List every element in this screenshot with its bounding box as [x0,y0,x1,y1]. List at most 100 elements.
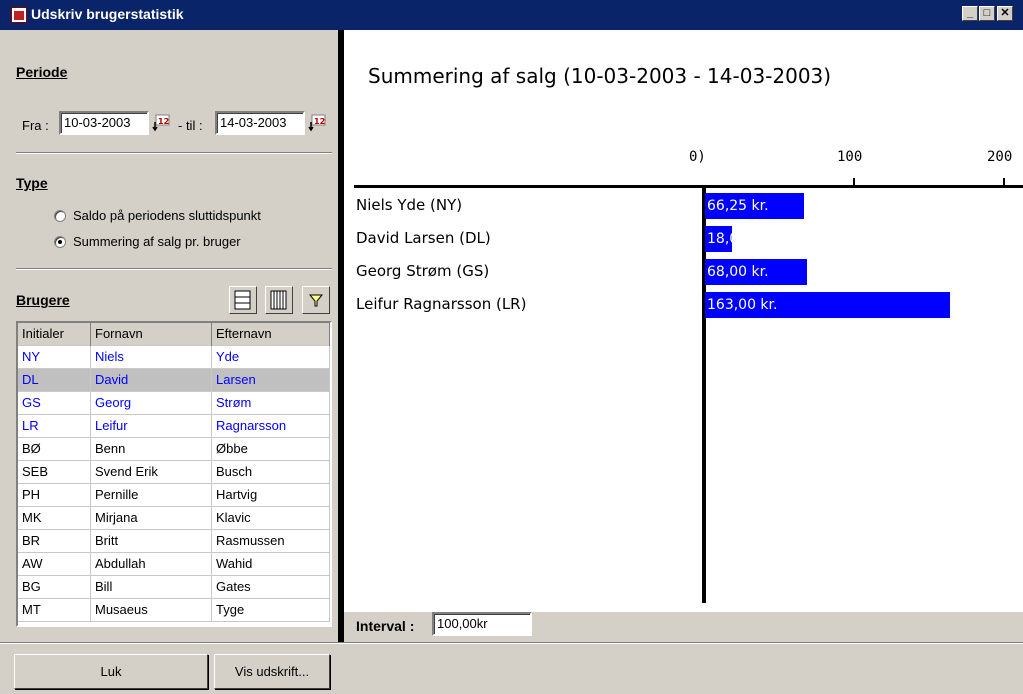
table-cell[interactable]: BØ [18,438,91,461]
table-cell[interactable]: DL [18,369,91,392]
table-cell[interactable]: Gates [212,576,330,599]
table-cell[interactable]: Øbbe [212,438,330,461]
table-row[interactable]: AW Abdullah Wahid [18,553,330,576]
table-cell[interactable]: Hartvig [212,484,330,507]
table-cell[interactable]: GS [18,392,91,415]
filter-icon [308,294,324,307]
table-cell[interactable]: Ragnarsson [212,415,330,438]
table-cell[interactable]: Klavic [212,507,330,530]
table-cell[interactable]: Yde [212,346,330,369]
calendar-icon: 12 [308,114,326,132]
interval-label: Interval : [356,618,415,634]
x-tick [1003,178,1005,185]
column-header[interactable]: Efternavn [212,323,330,346]
table-row[interactable]: GS Georg Strøm [18,392,330,415]
grid-icon [270,290,287,310]
divider [16,268,332,270]
category-label: Georg Strøm (GS) [356,262,490,280]
table-cell[interactable]: Rasmussen [212,530,330,553]
x-tick-label: 0) [689,149,706,165]
category-label: Niels Yde (NY) [356,196,463,214]
table-row[interactable]: NY Niels Yde [18,346,330,369]
close-window-button[interactable]: ✕ [997,6,1013,21]
table-cell[interactable]: Bill [91,576,212,599]
radio-summering-label[interactable]: Summering af salg pr. bruger [73,234,241,249]
periode-heading: Periode [16,64,68,80]
radio-saldo[interactable] [54,210,66,222]
table-cell[interactable]: Georg [91,392,212,415]
calendar-icon: 12 [152,114,170,132]
from-calendar-button[interactable]: 12 [152,114,170,132]
table-cell[interactable]: PH [18,484,91,507]
table-cell[interactable]: Leifur [91,415,212,438]
title-bar: Udskriv brugerstatistik _ □ ✕ [0,0,1023,30]
interval-input[interactable]: 100,00kr [432,612,532,636]
divider [16,152,332,154]
x-tick-label: 100 [837,149,863,165]
window-title: Udskriv brugerstatistik [31,6,184,22]
table-cell[interactable]: Larsen [212,369,330,392]
type-heading: Type [16,175,48,191]
table-row[interactable]: DL David Larsen [18,369,330,392]
table-cell[interactable]: Benn [91,438,212,461]
vis-udskrift-button[interactable]: Vis udskrift... [214,654,330,689]
table-cell[interactable]: Pernille [91,484,212,507]
table-row[interactable]: PH Pernille Hartvig [18,484,330,507]
table-cell[interactable]: David [91,369,212,392]
table-cell[interactable]: LR [18,415,91,438]
column-header[interactable]: Initialer [18,323,91,346]
from-label: Fra : [22,118,49,133]
radio-summering[interactable] [54,236,66,248]
divider [0,642,1023,644]
list-view-button[interactable] [229,286,257,314]
table-cell[interactable]: BR [18,530,91,553]
column-header[interactable]: Fornavn [91,323,212,346]
table-cell[interactable]: MT [18,599,91,622]
to-label: - til : [178,118,203,133]
rows-icon [234,290,251,310]
radio-saldo-label[interactable]: Saldo på periodens sluttidspunkt [73,208,261,223]
table-cell[interactable]: NY [18,346,91,369]
table-cell[interactable]: Wahid [212,553,330,576]
table-cell[interactable]: Abdullah [91,553,212,576]
table-cell[interactable]: Svend Erik [91,461,212,484]
table-row[interactable]: BG Bill Gates [18,576,330,599]
from-date-field[interactable]: 10-03-2003 [59,111,149,135]
table-cell[interactable]: MK [18,507,91,530]
table-cell[interactable]: Britt [91,530,212,553]
table-cell[interactable]: BG [18,576,91,599]
table-cell[interactable]: Strøm [212,392,330,415]
x-axis [354,185,1023,188]
svg-text:12: 12 [314,117,325,126]
bar-value-label: 68,00 kr. [707,264,769,280]
filter-button[interactable] [302,286,330,314]
table-row[interactable]: LR Leifur Ragnarsson [18,415,330,438]
table-row[interactable]: MK Mirjana Klavic [18,507,330,530]
table-row[interactable]: BR Britt Rasmussen [18,530,330,553]
table-cell[interactable]: SEB [18,461,91,484]
table-row[interactable]: BØ Benn Øbbe [18,438,330,461]
chart-area: Summering af salg (10-03-2003 - 14-03-20… [344,30,1023,612]
x-tick [853,178,855,185]
minimize-button[interactable]: _ [962,6,978,21]
grid-view-button[interactable] [265,286,293,314]
bar-value-label: 163,00 kr. [707,297,778,313]
table-cell[interactable]: Mirjana [91,507,212,530]
category-label: Leifur Ragnarsson (LR) [356,295,527,313]
user-grid[interactable]: Initialer Fornavn Efternavn NY Niels Yde DL… [16,321,332,627]
table-cell[interactable]: Tyge [212,599,330,622]
luk-button[interactable]: Luk [14,654,208,689]
table-cell[interactable]: Busch [212,461,330,484]
table-cell[interactable]: Musaeus [91,599,212,622]
table-row[interactable]: MT Musaeus Tyge [18,599,330,622]
bar-value-label: 18,00 kr. [707,231,769,247]
category-label: David Larsen (DL) [356,229,491,247]
to-date-field[interactable]: 14-03-2003 [215,111,305,135]
maximize-button[interactable]: □ [979,6,995,21]
app-icon [11,7,27,23]
grid-header: Initialer Fornavn Efternavn [18,323,330,346]
to-calendar-button[interactable]: 12 [308,114,326,132]
table-cell[interactable]: Niels [91,346,212,369]
table-cell[interactable]: AW [18,553,91,576]
table-row[interactable]: SEB Svend Erik Busch [18,461,330,484]
